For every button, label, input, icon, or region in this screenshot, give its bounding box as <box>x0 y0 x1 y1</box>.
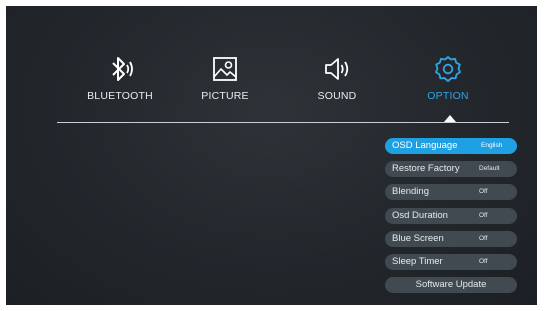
option-value: Off <box>479 188 488 196</box>
option-osd-language[interactable]: OSD Language English <box>385 138 517 154</box>
selection-pointer <box>444 115 456 122</box>
menu-item-picture[interactable]: PICTURE <box>170 54 280 102</box>
speaker-icon <box>325 58 349 80</box>
software-update-button[interactable]: Software Update <box>385 277 517 294</box>
option-label: Restore Factory <box>392 163 460 175</box>
projector-osd-screen: BLUETOOTH PICTURE SOUND OPTION OSD Langu… <box>6 6 537 305</box>
option-sleep-timer[interactable]: Sleep Timer Off <box>385 253 517 270</box>
option-value: English <box>481 142 503 149</box>
option-value: Off <box>479 211 488 219</box>
option-restore-factory[interactable]: Restore Factory Default <box>385 161 517 178</box>
option-blue-screen[interactable]: Blue Screen Off <box>385 230 517 247</box>
option-list: OSD Language English Restore Factory Def… <box>385 138 517 300</box>
option-value: Default <box>479 165 500 173</box>
menu-item-option[interactable]: OPTION <box>393 54 503 102</box>
bluetooth-icon <box>112 57 133 81</box>
option-label: Sleep Timer <box>392 255 443 267</box>
menu-label-picture: PICTURE <box>201 90 249 102</box>
software-update-label: Software Update <box>415 279 487 291</box>
menu-label-bluetooth: BLUETOOTH <box>87 90 153 102</box>
gear-icon <box>435 56 461 82</box>
menu-label-option: OPTION <box>427 90 469 102</box>
option-label: Blue Screen <box>392 232 444 244</box>
option-label: Osd Duration <box>392 209 448 221</box>
option-value: Off <box>479 234 488 242</box>
menu-item-bluetooth[interactable]: BLUETOOTH <box>65 54 175 102</box>
menu-item-sound[interactable]: SOUND <box>282 54 392 102</box>
picture-icon <box>213 57 237 81</box>
menu-label-sound: SOUND <box>317 90 357 102</box>
option-blending[interactable]: Blending Off <box>385 184 517 201</box>
option-osd-duration[interactable]: Osd Duration Off <box>385 207 517 224</box>
top-menu: BLUETOOTH PICTURE SOUND OPTION <box>6 54 537 114</box>
option-label: Blending <box>392 186 429 198</box>
option-label: OSD Language <box>392 140 458 151</box>
menu-divider <box>57 122 509 123</box>
option-value: Off <box>479 257 488 265</box>
